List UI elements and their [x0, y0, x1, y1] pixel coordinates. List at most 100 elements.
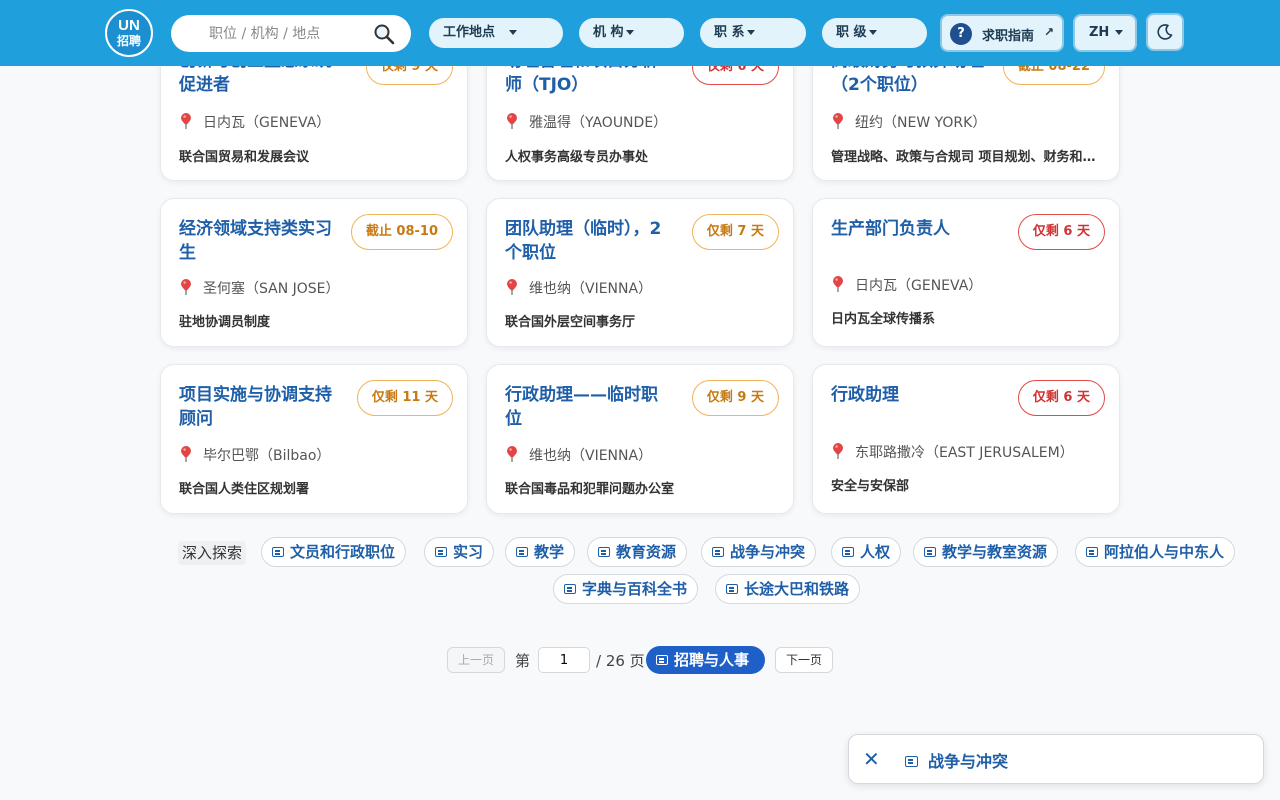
article-icon [564, 584, 576, 594]
location-pin-icon [833, 276, 843, 292]
explore-tag-label: 教学与教室资源 [942, 543, 1048, 561]
job-location: 日内瓦（GENEVA） [831, 275, 982, 295]
explore-tag[interactable]: 战争与冲突 [701, 537, 817, 567]
explore-tag[interactable]: 长途大巴和铁路 [715, 574, 861, 604]
chevron-down-icon [625, 30, 634, 35]
job-location: 毕尔巴鄂（Bilbao） [179, 445, 330, 465]
article-icon [726, 584, 738, 594]
job-title[interactable]: 行政助理 [831, 383, 1021, 407]
filter-organization-label: 机 构 [593, 25, 624, 40]
toast-topic-link[interactable]: 战争与冲突 [905, 748, 1008, 772]
job-title[interactable]: 经济领域支持类实习生 [179, 217, 339, 265]
job-title[interactable]: 生产部门负责人 [831, 217, 1021, 241]
job-card[interactable]: 团队助理（临时），2个职位 仅剩 7 天 维也纳（VIENNA） 联合国外层空间… [486, 198, 794, 347]
article-icon [435, 547, 447, 557]
job-organization: 联合国人类住区规划署 [179, 482, 310, 497]
filter-organization-dropdown[interactable]: 机 构 [579, 18, 684, 48]
job-location-text: 毕尔巴鄂（Bilbao） [203, 448, 331, 464]
category-tag-label: 招聘与人事 [674, 651, 750, 669]
job-title[interactable]: 行政助理——临时职位 [505, 383, 665, 431]
filter-category-dropdown[interactable]: 职 系 [700, 18, 806, 48]
explore-tag[interactable]: 教育资源 [587, 537, 688, 567]
job-location: 东耶路撒冷（EAST JERUSALEM） [831, 442, 1074, 462]
job-organization: 人权事务高级专员办事处 [505, 150, 649, 165]
job-location-text: 圣何塞（SAN JOSE） [203, 281, 340, 297]
job-card[interactable]: 行政助理 仅剩 6 天 东耶路撒冷（EAST JERUSALEM） 安全与安保部 [812, 364, 1120, 514]
explore-tag-label: 教学 [534, 543, 565, 561]
page-total: / 26 页 [596, 652, 645, 670]
job-guide-button[interactable]: ? 求职指南 ↗ [940, 14, 1064, 52]
job-organization: 日内瓦全球传播系 [831, 312, 936, 327]
job-organization: 管理战略、政策与合规司 项目规划、财务和预算厅 [831, 150, 1103, 165]
chevron-down-icon [868, 30, 877, 35]
language-selector[interactable]: ZH [1073, 14, 1137, 52]
explore-tag[interactable]: 教学 [505, 537, 576, 567]
explore-tag-label: 文员和行政职位 [290, 543, 396, 561]
next-page-button[interactable]: 下一页 [775, 647, 833, 673]
job-guide-label: 求职指南 [982, 29, 1035, 44]
job-location: 圣何塞（SAN JOSE） [179, 278, 340, 298]
filter-location-label: 工作地点 [443, 25, 496, 40]
explore-tag-label: 长途大巴和铁路 [744, 580, 850, 598]
toast-topic-label: 战争与冲突 [928, 752, 1009, 771]
job-location-text: 东耶路撒冷（EAST JERUSALEM） [855, 445, 1074, 461]
article-icon [1086, 547, 1098, 557]
job-card[interactable]: 行政助理——临时职位 仅剩 9 天 维也纳（VIENNA） 联合国毒品和犯罪问题… [486, 364, 794, 514]
job-location-text: 维也纳（VIENNA） [529, 281, 653, 297]
location-pin-icon [181, 279, 191, 295]
explore-tag-label: 教育资源 [616, 543, 677, 561]
explore-tag-label: 战争与冲突 [730, 543, 806, 561]
article-icon [516, 547, 528, 557]
job-organization: 联合国贸易和发展会议 [179, 150, 310, 165]
chevron-down-icon [509, 30, 518, 35]
logo-text-un: UN [118, 17, 140, 34]
question-icon: ? [950, 23, 972, 45]
close-icon[interactable]: ✕ [863, 747, 880, 771]
page-prefix: 第 [515, 652, 531, 670]
job-card[interactable]: 生产部门负责人 仅剩 6 天 日内瓦（GENEVA） 日内瓦全球传播系 [812, 198, 1120, 347]
job-card[interactable]: 经济领域支持类实习生 截止 08-10 圣何塞（SAN JOSE） 驻地协调员制… [160, 198, 468, 347]
job-location-text: 雅温得（YAOUNDE） [529, 115, 668, 131]
explore-tag[interactable]: 实习 [424, 537, 495, 567]
search-icon[interactable] [373, 23, 395, 45]
filter-location-dropdown[interactable]: 工作地点 [429, 18, 563, 48]
filter-grade-dropdown[interactable]: 职 级 [822, 18, 927, 48]
job-title[interactable]: 项目实施与协调支持顾问 [179, 383, 339, 431]
job-organization: 联合国外层空间事务厅 [505, 315, 636, 330]
explore-tag-label: 阿拉伯人与中东人 [1104, 543, 1225, 561]
category-tag-active[interactable]: 招聘与人事 [646, 646, 765, 674]
article-icon [905, 756, 918, 767]
job-organization: 联合国毒品和犯罪问题办公室 [505, 482, 675, 497]
explore-tag[interactable]: 教学与教室资源 [913, 537, 1059, 567]
explore-tag[interactable]: 阿拉伯人与中东人 [1075, 537, 1236, 567]
job-location-text: 日内瓦（GENEVA） [855, 278, 983, 294]
location-pin-icon [833, 113, 843, 129]
location-pin-icon [507, 113, 517, 129]
deadline-badge: 仅剩 11 天 [356, 380, 453, 416]
explore-tag[interactable]: 文员和行政职位 [261, 537, 407, 567]
theme-toggle-button[interactable] [1146, 13, 1184, 51]
article-icon [712, 547, 724, 557]
article-icon [842, 547, 854, 557]
page-number-input[interactable] [538, 647, 590, 673]
prev-page-button[interactable]: 上一页 [447, 647, 505, 673]
search-input[interactable] [171, 15, 371, 52]
explore-tag[interactable]: 字典与百科全书 [553, 574, 699, 604]
explore-tag[interactable]: 人权 [831, 537, 902, 567]
deadline-badge: 仅剩 7 天 [691, 214, 779, 250]
job-organization: 驻地协调员制度 [179, 315, 271, 330]
filter-category-label: 职 系 [714, 25, 745, 40]
location-pin-icon [507, 446, 517, 462]
location-pin-icon [181, 446, 191, 462]
job-location: 纽约（NEW YORK） [831, 112, 986, 132]
job-card[interactable]: 项目实施与协调支持顾问 仅剩 11 天 毕尔巴鄂（Bilbao） 联合国人类住区… [160, 364, 468, 514]
explore-tag-label: 人权 [860, 543, 891, 561]
un-logo[interactable]: UN 招聘 [105, 9, 153, 57]
language-label: ZH [1089, 25, 1110, 40]
job-title[interactable]: 团队助理（临时），2个职位 [505, 217, 665, 265]
job-location: 雅温得（YAOUNDE） [505, 112, 667, 132]
article-icon [272, 547, 284, 557]
job-organization: 安全与安保部 [831, 479, 910, 494]
topic-toast: ✕ 战争与冲突 [848, 734, 1264, 784]
deadline-badge: 仅剩 6 天 [1017, 214, 1105, 250]
